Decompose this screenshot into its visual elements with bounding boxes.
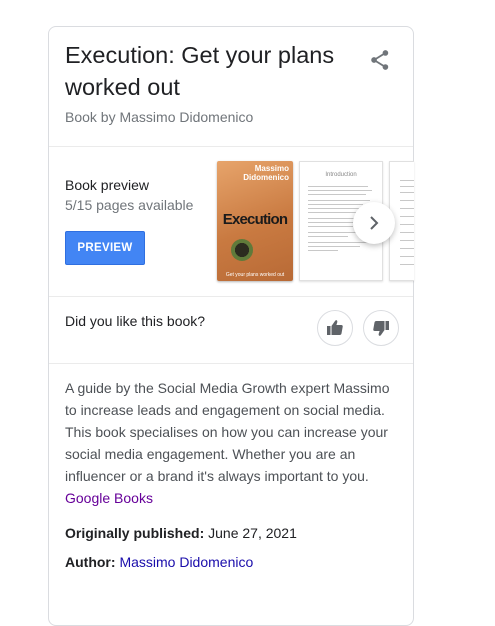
text-line — [308, 190, 372, 191]
text-line — [308, 212, 358, 213]
text-line — [308, 246, 360, 247]
divider — [49, 363, 413, 364]
feedback-question: Did you like this book? — [65, 313, 206, 329]
text-line — [400, 224, 414, 225]
preview-button[interactable]: PREVIEW — [65, 231, 145, 265]
text-line — [308, 194, 366, 195]
pages-available: 5/15 pages available — [65, 197, 194, 213]
author-link[interactable]: Massimo Didomenico — [119, 554, 253, 570]
text-line — [308, 236, 348, 237]
cover-title: Execution — [222, 211, 288, 228]
text-line — [400, 264, 414, 265]
google-books-link[interactable]: Google Books — [65, 487, 399, 509]
author-label: Author: — [65, 554, 116, 570]
next-page-button[interactable] — [353, 202, 395, 244]
published-value: June 27, 2021 — [208, 525, 297, 541]
book-title: Execution: Get your plans worked out — [65, 42, 335, 100]
text-line — [308, 226, 353, 227]
text-line — [308, 186, 368, 187]
text-line — [400, 256, 414, 257]
book-preview-label: Book preview — [65, 177, 150, 193]
book-cover-thumbnail[interactable]: Massimo Didomenico Execution Get your pl… — [217, 161, 293, 281]
cover-author: Massimo Didomenico — [243, 164, 289, 182]
share-icon[interactable] — [367, 47, 393, 73]
text-line — [400, 208, 414, 209]
text-line — [400, 200, 414, 201]
text-line — [400, 186, 414, 187]
thumbs-up-icon — [327, 320, 343, 335]
divider — [49, 146, 413, 147]
author-fact: Author: Massimo Didomenico — [65, 554, 253, 570]
like-button[interactable] — [317, 310, 353, 346]
text-line — [400, 216, 414, 217]
page-heading: Introduction — [325, 172, 357, 178]
chevron-right-icon — [370, 216, 379, 230]
text-line — [400, 192, 414, 193]
book-subtitle: Book by Massimo Didomenico — [65, 109, 254, 125]
thumbs-down-icon — [373, 321, 389, 336]
description-text: A guide by the Social Media Growth exper… — [65, 380, 390, 484]
text-line — [308, 250, 338, 251]
coffee-cup-image — [231, 239, 253, 261]
text-line — [400, 248, 414, 249]
text-line — [400, 180, 414, 181]
text-line — [400, 240, 414, 241]
divider — [49, 296, 413, 297]
published-fact: Originally published: June 27, 2021 — [65, 525, 297, 541]
cover-subtitle: Get your plans worked out — [225, 272, 285, 278]
knowledge-panel: Execution: Get your plans worked out Boo… — [48, 26, 414, 626]
book-description: A guide by the Social Media Growth exper… — [65, 377, 399, 509]
published-label: Originally published: — [65, 525, 205, 541]
text-line — [308, 200, 370, 201]
dislike-button[interactable] — [363, 310, 399, 346]
text-line — [400, 232, 414, 233]
